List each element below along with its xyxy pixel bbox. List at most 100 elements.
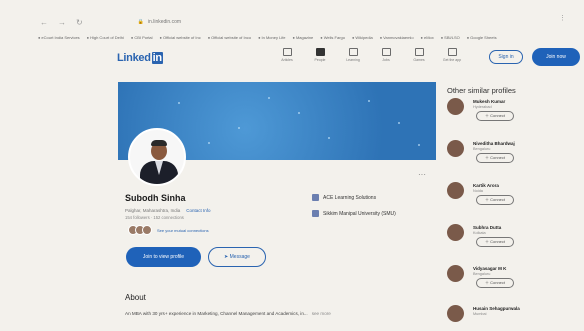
mutual-connections[interactable]: See your mutual connections — [128, 225, 209, 235]
avatar[interactable] — [447, 265, 464, 282]
linkedin-logo[interactable]: Linked in — [117, 52, 163, 64]
profile-connections: 154 followers · 152 connections — [125, 215, 184, 220]
similar-name[interactable]: Niveditha Bhardwaj — [473, 141, 515, 146]
bookmark-item[interactable]: Magazine — [293, 35, 313, 40]
bookmark-item[interactable]: Official website of Inco — [208, 35, 251, 40]
connect-label: Connect — [490, 197, 506, 202]
bookmarks-bar: eCourt India Services High Court of Delh… — [38, 32, 578, 42]
contact-info-link[interactable]: Contact Info — [186, 208, 210, 213]
bookmark-item[interactable]: Wikipedia — [352, 35, 372, 40]
about-text: An MBA with 30 yrs+ experience in Market… — [125, 311, 331, 316]
see-more-link[interactable]: see more — [312, 311, 331, 316]
back-icon[interactable]: ← — [40, 18, 48, 27]
similar-location: Hyderabad — [473, 105, 492, 109]
message-button[interactable]: ➤ Message — [208, 247, 266, 267]
more-options-icon[interactable]: ··· — [418, 170, 426, 179]
bookmark-item[interactable]: High Court of Delhi — [87, 35, 124, 40]
location-text: Palghar, Maharashtra, India — [125, 208, 181, 213]
bookmark-item[interactable]: In Money Life — [258, 35, 286, 40]
message-label: Message — [229, 254, 250, 260]
connect-label: Connect — [490, 239, 506, 244]
profile-name: Subodh Sinha — [125, 193, 186, 203]
games-icon — [414, 48, 424, 56]
org-item[interactable]: Sikkim Manipal University (SMU) — [312, 210, 396, 217]
top-nav: Articles People Learning Jobs Games Get … — [276, 48, 463, 62]
connect-button[interactable]: ＋ Connect — [476, 111, 514, 121]
url-text: in.linkedin.com — [147, 19, 182, 25]
similar-profile-card: Kartik Arora Noida ＋ Connect — [447, 182, 577, 218]
logo-in: in — [151, 52, 163, 64]
avatar — [142, 225, 152, 235]
avatar-hair — [151, 140, 167, 146]
avatar[interactable] — [447, 224, 464, 241]
similar-profile-card: Husain Sehagpurwala Mumbai — [447, 305, 577, 329]
bookmark-item[interactable]: Wells Fargo — [320, 35, 345, 40]
avatar[interactable] — [447, 140, 464, 157]
avatar[interactable] — [447, 98, 464, 115]
similar-profile-card: Niveditha Bhardwaj Bengaluru ＋ Connect — [447, 140, 577, 176]
about-heading: About — [125, 293, 146, 302]
bookmark-item[interactable]: Google Sheets — [467, 35, 496, 40]
similar-name[interactable]: Kartik Arora — [473, 183, 499, 188]
nav-articles[interactable]: Articles — [276, 48, 298, 62]
similar-name[interactable]: Vidyasagar M K — [473, 266, 506, 271]
similar-location: Kolkata — [473, 231, 486, 235]
connect-button[interactable]: ＋ Connect — [476, 237, 514, 247]
similar-profile-card: Vidyasagar M K Bengaluru ＋ Connect — [447, 265, 577, 301]
connect-button[interactable]: ＋ Connect — [476, 195, 514, 205]
nav-games[interactable]: Games — [408, 48, 430, 62]
org-name: ACE Learning Solutions — [323, 194, 377, 201]
bookmark-item[interactable]: eMox — [421, 35, 434, 40]
nav-label: Jobs — [382, 58, 390, 62]
similar-name[interactable]: Mukesh Kumar — [473, 99, 505, 104]
address-bar: ← → ↻ 🔒 in.linkedin.com ⋮ — [0, 14, 584, 30]
org-logo-icon — [312, 194, 319, 201]
connect-label: Connect — [490, 113, 506, 118]
nav-people[interactable]: People — [309, 48, 331, 62]
nav-label: People — [314, 58, 326, 62]
forward-icon[interactable]: → — [58, 18, 66, 27]
mutual-link[interactable]: See your mutual connections — [157, 228, 209, 233]
similar-profile-card: Mukesh Kumar Hyderabad ＋ Connect — [447, 98, 577, 134]
url-field[interactable]: 🔒 in.linkedin.com — [138, 17, 558, 27]
avatar[interactable] — [447, 305, 464, 322]
nav-get-app[interactable]: Get the app — [441, 48, 463, 62]
page: ← → ↻ 🔒 in.linkedin.com ⋮ eCourt India S… — [0, 0, 584, 331]
connect-button[interactable]: ＋ Connect — [476, 278, 514, 288]
similar-name[interactable]: Husain Sehagpurwala — [473, 306, 520, 311]
org-item[interactable]: ACE Learning Solutions — [312, 194, 376, 201]
jobs-icon — [381, 48, 391, 56]
browser-menu-icon[interactable]: ⋮ — [559, 14, 566, 22]
org-logo-icon — [312, 210, 319, 217]
connect-label: Connect — [490, 280, 506, 285]
nav-jobs[interactable]: Jobs — [375, 48, 397, 62]
join-to-view-button[interactable]: Join to view profile — [126, 247, 201, 267]
bookmark-item[interactable]: CBI Portal — [131, 35, 152, 40]
similar-location: Bengaluru — [473, 272, 491, 276]
org-name: Sikkim Manipal University (SMU) — [323, 210, 396, 217]
bookmark-item[interactable]: Vanmovakiaemlo — [380, 35, 413, 40]
reload-icon[interactable]: ↻ — [76, 18, 83, 27]
sign-in-button[interactable]: Sign in — [489, 50, 523, 64]
bookmark-item[interactable]: Official website of Inc — [160, 35, 201, 40]
get-app-icon — [447, 48, 457, 56]
join-now-button[interactable]: Join now — [532, 48, 580, 66]
similar-location: Noida — [473, 189, 483, 193]
about-body: An MBA with 30 yrs+ experience in Market… — [125, 311, 308, 316]
avatar[interactable] — [447, 182, 464, 199]
nav-label: Games — [413, 58, 425, 62]
bookmark-item[interactable]: SBI/LSO — [441, 35, 460, 40]
bookmark-item[interactable]: eCourt India Services — [38, 35, 79, 40]
profile-avatar[interactable] — [128, 128, 186, 186]
nav-label: Articles — [281, 58, 293, 62]
similar-profiles-heading: Other similar profiles — [447, 86, 516, 95]
similar-location: Mumbai — [473, 312, 487, 316]
nav-learning[interactable]: Learning — [342, 48, 364, 62]
lock-icon: 🔒 — [137, 19, 144, 25]
nav-label: Learning — [346, 58, 360, 62]
similar-location: Bengaluru — [473, 147, 491, 151]
connect-button[interactable]: ＋ Connect — [476, 153, 514, 163]
connect-label: Connect — [490, 155, 506, 160]
similar-name[interactable]: Subhra Dutta — [473, 225, 501, 230]
people-icon — [315, 48, 325, 56]
